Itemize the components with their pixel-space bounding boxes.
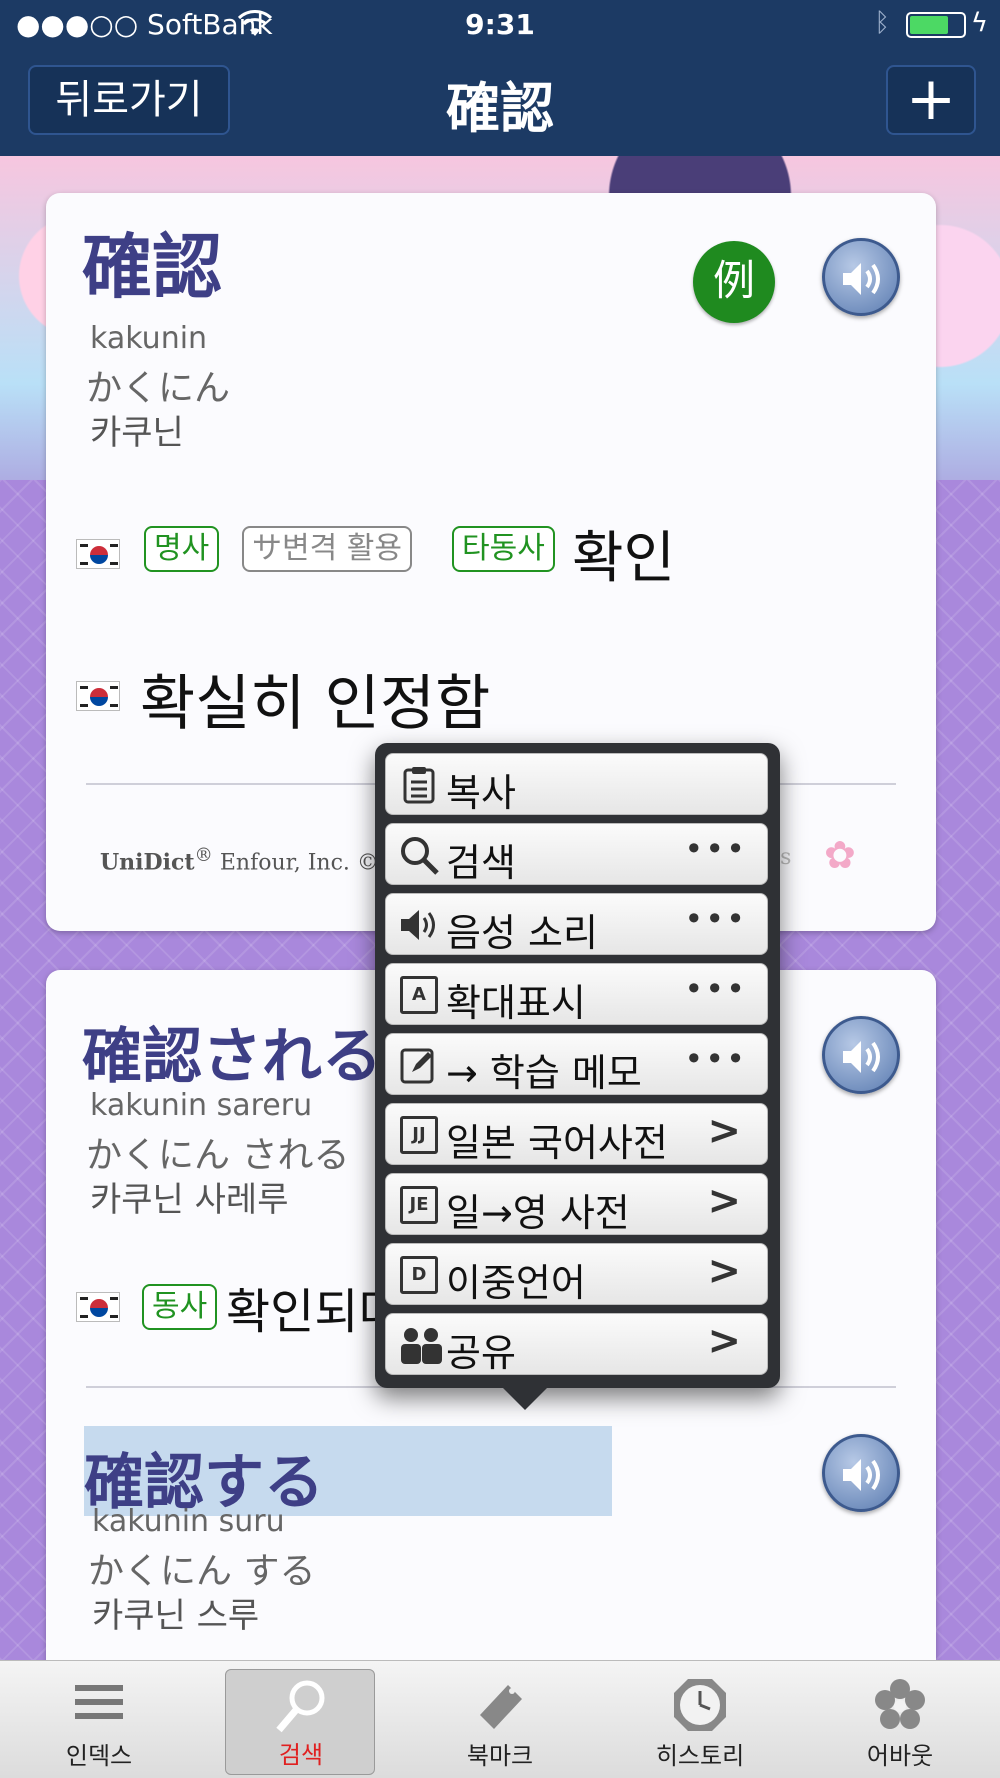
sakura-icon — [870, 1675, 930, 1735]
menu-item-label: 음성 소리 — [446, 911, 598, 955]
kana-reading: かくにん する — [88, 1551, 316, 1592]
korean-flag-icon — [76, 539, 120, 569]
clock-time: 9:31 — [465, 8, 535, 41]
tab-index[interactable]: 인덱스 — [24, 1669, 174, 1775]
menu-item-label: → 학습 메모 — [446, 1051, 642, 1095]
korean-flag-icon — [76, 681, 120, 711]
menu-item-je-dictionary[interactable]: JE 일→영 사전 > — [385, 1173, 768, 1235]
romaji-reading: kakunin suru — [92, 1504, 285, 1539]
kana-reading: かくにん — [86, 368, 231, 409]
magnifier-icon — [271, 1676, 331, 1736]
book-je-icon: JE — [400, 1186, 438, 1224]
clock-icon — [670, 1675, 730, 1735]
speaker-icon[interactable] — [822, 1434, 900, 1512]
menu-item-zoom[interactable]: A 확대표시 ••• — [385, 963, 768, 1025]
example-badge[interactable]: 例 — [693, 241, 775, 323]
popup-pointer — [503, 1388, 547, 1410]
speaker-icon[interactable] — [822, 238, 900, 316]
romaji-reading: kakunin sareru — [90, 1088, 313, 1123]
menu-item-copy[interactable]: 복사 — [385, 753, 768, 815]
more-icon: ••• — [684, 970, 747, 1008]
conjugation-tag: サ변격 활용 — [242, 526, 412, 572]
speaker-icon[interactable] — [822, 1016, 900, 1094]
tab-about[interactable]: 어바웃 — [825, 1669, 975, 1775]
tab-label: 검색 — [278, 1741, 324, 1769]
add-bookmark-button[interactable]: + — [886, 65, 976, 135]
hangul-reading: 카쿠닌 — [90, 413, 184, 453]
headword[interactable]: 確認される — [82, 1008, 382, 1095]
chevron-right-icon: > — [707, 1108, 741, 1154]
romaji-reading: kakunin — [90, 321, 208, 356]
tab-bar: 인덱스 검색 북마크 히스토리 어바웃 — [0, 1660, 1000, 1778]
people-icon — [398, 1324, 442, 1366]
book-jj-icon: JJ — [400, 1116, 438, 1154]
menu-item-label: 검색 — [446, 841, 516, 885]
tab-label: 북마크 — [466, 1742, 534, 1770]
korean-flag-icon — [76, 1292, 120, 1322]
list-icon — [69, 1675, 129, 1735]
copyright-text: UniDict® Enfour, Inc. © — [100, 845, 379, 876]
bluetooth-icon: ᛒ — [874, 8, 890, 38]
kana-reading: かくにん される — [86, 1135, 350, 1176]
more-icon: ••• — [684, 830, 747, 868]
menu-item-label: 이중언어 — [446, 1261, 586, 1305]
tab-label: 히스토리 — [655, 1742, 745, 1770]
more-icon: ••• — [684, 1040, 747, 1078]
menu-item-label: 일→영 사전 — [446, 1191, 630, 1235]
tab-label: 어바웃 — [866, 1742, 934, 1770]
clipboard-icon — [398, 764, 440, 806]
tab-search[interactable]: 검색 — [225, 1669, 375, 1775]
tab-label: 인덱스 — [65, 1742, 133, 1770]
chevron-right-icon: > — [707, 1248, 741, 1294]
menu-item-share[interactable]: 공유 > — [385, 1313, 768, 1375]
bookmark-icon — [470, 1675, 530, 1735]
status-bar: ●●●○○ SoftBank 9:31 ᛒ ϟ — [0, 0, 1000, 50]
pencil-note-icon — [398, 1044, 440, 1086]
battery-icon — [906, 12, 966, 38]
menu-item-label: 일본 국어사전 — [446, 1121, 668, 1165]
zoom-a-icon: A — [400, 976, 438, 1014]
menu-item-search[interactable]: 검색 ••• — [385, 823, 768, 885]
copyright-rest: Enfour, Inc. © — [212, 850, 379, 876]
pos-tag: 명사 — [144, 526, 220, 572]
tab-bookmark[interactable]: 북마크 — [425, 1669, 575, 1775]
book-d-icon: D — [400, 1256, 438, 1294]
pos-tag: 타동사 — [452, 526, 555, 572]
hangul-reading: 카쿠닌 사레루 — [90, 1180, 289, 1220]
search-icon — [398, 834, 440, 876]
hangul-reading: 카쿠닌 스루 — [92, 1596, 260, 1636]
meaning-text[interactable]: 확인 — [572, 513, 675, 594]
speaker-icon — [398, 904, 440, 946]
tab-history[interactable]: 히스토리 — [625, 1669, 775, 1775]
menu-item-label: 확대표시 — [446, 981, 586, 1025]
chevron-right-icon: > — [707, 1178, 741, 1224]
pos-tag: 동사 — [142, 1284, 218, 1330]
more-icon: ••• — [684, 900, 747, 938]
menu-item-label: 복사 — [446, 771, 516, 815]
chevron-right-icon: > — [707, 1318, 741, 1364]
menu-item-voice[interactable]: 음성 소리 ••• — [385, 893, 768, 955]
menu-item-jp-dictionary[interactable]: JJ 일본 국어사전 > — [385, 1103, 768, 1165]
charging-icon: ϟ — [970, 8, 988, 38]
page-title: 確認 — [446, 76, 554, 140]
menu-item-bilingual[interactable]: D 이중언어 > — [385, 1243, 768, 1305]
context-menu: 복사 검색 ••• 음성 소리 ••• A 확대표시 ••• → 학습 메모 •… — [375, 743, 780, 1410]
sakura-logo-icon: ✿ — [824, 833, 856, 877]
menu-item-label: 공유 — [446, 1331, 516, 1375]
nav-bar: 뒤로가기 確認 + — [0, 50, 1000, 156]
meaning-text[interactable]: 확실히 인정함 — [140, 655, 490, 742]
copyright-brand: UniDict — [100, 849, 195, 876]
headword[interactable]: 確認 — [82, 211, 222, 312]
menu-item-study-memo[interactable]: → 학습 메모 ••• — [385, 1033, 768, 1095]
